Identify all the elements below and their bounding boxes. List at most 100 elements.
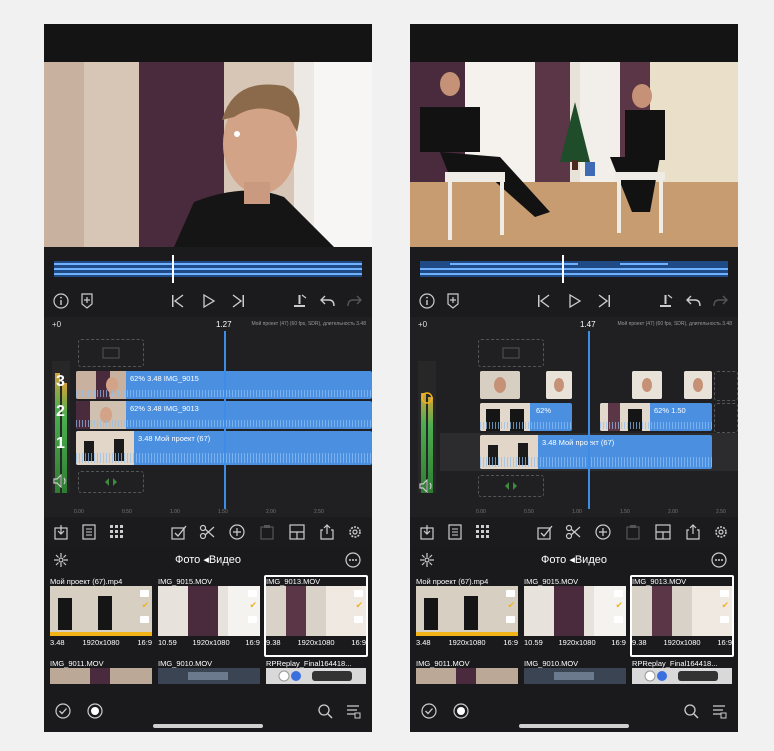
media-tab-title[interactable]: Фото ◂Видео [44, 553, 372, 566]
media-item[interactable]: RPReplay_Final164418... [632, 659, 732, 689]
add-icon[interactable] [228, 523, 246, 541]
timeline-playhead[interactable] [588, 331, 590, 509]
keyframe-icon[interactable] [656, 292, 674, 310]
grid-icon[interactable] [474, 523, 492, 541]
redo-icon[interactable] [712, 292, 730, 310]
media-thumbnail: ✔ [416, 586, 518, 636]
sort-icon[interactable] [344, 702, 362, 720]
clip-track-1[interactable]: 3.48 Мой проект (67) [480, 435, 712, 469]
info-icon[interactable] [52, 292, 70, 310]
play-icon[interactable] [566, 292, 584, 310]
skip-back-icon[interactable] [535, 292, 553, 310]
timeline-playhead[interactable] [224, 331, 226, 509]
bottom-nav [410, 700, 738, 732]
media-item-name: IMG_9011.MOV [416, 659, 470, 668]
share-icon[interactable] [318, 523, 336, 541]
add-title-slot[interactable] [78, 339, 144, 367]
media-item[interactable]: IMG_9010.MOV [524, 659, 626, 689]
checkmark-circle-icon[interactable] [420, 702, 438, 720]
add-audio-slot[interactable] [478, 475, 544, 497]
search-icon[interactable] [682, 702, 700, 720]
clip-track-2[interactable]: 62% [480, 403, 572, 431]
timeline-offset: +0 [418, 320, 428, 329]
media-item-name: Мой проект (67).mp4 [416, 577, 489, 586]
media-item[interactable]: IMG_9015.MOV ✔ 10.59 1920x1080 16:9 [158, 577, 260, 655]
clip-track-3[interactable] [546, 371, 572, 399]
add-marker-icon[interactable] [78, 292, 96, 310]
undo-icon[interactable] [318, 292, 336, 310]
scrubber-playhead[interactable] [172, 255, 174, 283]
select-icon[interactable] [170, 523, 188, 541]
media-item[interactable]: IMG_9011.MOV [50, 659, 152, 689]
clip-track-3[interactable] [632, 371, 662, 399]
timeline-scrubber[interactable] [410, 247, 738, 287]
play-icon[interactable] [200, 292, 218, 310]
add-icon[interactable] [594, 523, 612, 541]
more-icon[interactable] [344, 551, 362, 569]
settings-icon[interactable] [712, 523, 730, 541]
scissors-icon[interactable] [198, 523, 216, 541]
media-item-name: IMG_9010.MOV [158, 659, 213, 668]
media-item-selected[interactable]: IMG_9013.MOV ✔ 9.38 1920x1080 16:9 [630, 575, 734, 657]
media-item-name: IMG_9013.MOV [632, 577, 687, 586]
media-item[interactable]: IMG_9010.MOV [158, 659, 260, 689]
media-item[interactable]: Мой проект (67).mp4 ✔ 3.48 1920x1080 16:9 [50, 577, 152, 655]
media-item-name: Мой проект (67).mp4 [50, 577, 123, 586]
undo-icon[interactable] [684, 292, 702, 310]
scrubber-playhead[interactable] [562, 255, 564, 283]
import-icon[interactable] [52, 523, 70, 541]
timeline[interactable]: +0 1.27 Мой проект (47) (60 fps, SDR), д… [44, 317, 372, 517]
skip-back-icon[interactable] [169, 292, 187, 310]
clip-track-3[interactable] [480, 371, 520, 399]
checkmark-circle-icon[interactable] [54, 702, 72, 720]
layout-icon[interactable] [654, 523, 672, 541]
add-marker-icon[interactable] [444, 292, 462, 310]
track-number-3: 3 [56, 373, 65, 390]
clip-track-3[interactable] [684, 371, 712, 399]
media-tab-title[interactable]: Фото ◂Видео [410, 553, 738, 566]
media-item[interactable]: RPReplay_Final164418... [266, 659, 366, 689]
add-audio-slot[interactable] [78, 471, 144, 493]
media-item[interactable]: IMG_9015.MOV ✔ 10.59 1920x1080 16:9 [524, 577, 626, 655]
volume-icon[interactable] [418, 477, 436, 495]
timeline-ruler: 0.00 0.50 1.00 1.50 2.00 2.50 [74, 509, 324, 515]
video-preview [44, 62, 372, 247]
info-icon[interactable] [418, 292, 436, 310]
redo-icon[interactable] [346, 292, 364, 310]
keyframe-icon[interactable] [290, 292, 308, 310]
sort-icon[interactable] [710, 702, 728, 720]
list-icon[interactable] [80, 523, 98, 541]
record-icon[interactable] [452, 702, 470, 720]
share-icon[interactable] [684, 523, 702, 541]
scissors-icon[interactable] [564, 523, 582, 541]
edit-toolbar [44, 517, 372, 547]
media-item-selected[interactable]: IMG_9013.MOV ✔ 9.38 1920x1080 16:9 [264, 575, 368, 657]
search-icon[interactable] [316, 702, 334, 720]
media-item[interactable]: IMG_9011.MOV [416, 659, 518, 689]
clip-label-track-1: 3.48 Мой проект (67) [542, 438, 615, 447]
select-icon[interactable] [536, 523, 554, 541]
media-browser: Фото ◂Видео Мой проект (67).mp4 ✔ 3.48 19… [410, 547, 738, 732]
media-thumbnail: ✔ [524, 586, 626, 636]
timeline-scrubber[interactable] [44, 247, 372, 287]
media-item-name: IMG_9015.MOV [158, 577, 213, 586]
skip-forward-icon[interactable] [595, 292, 613, 310]
timeline-offset: +0 [52, 320, 62, 329]
home-indicator [519, 724, 629, 728]
timeline-current-time: 1.47 [580, 320, 596, 329]
add-title-slot[interactable] [478, 339, 544, 367]
layout-icon[interactable] [288, 523, 306, 541]
import-icon[interactable] [418, 523, 436, 541]
media-item-name: IMG_9011.MOV [50, 659, 104, 668]
settings-icon[interactable] [346, 523, 364, 541]
media-thumbnail: ✔ [632, 586, 732, 636]
skip-forward-icon[interactable] [229, 292, 247, 310]
media-item[interactable]: Мой проект (67).mp4 ✔ 3.48 1920x1080 16:9 [416, 577, 518, 655]
timeline[interactable]: +0 1.47 Мой проект (47) (60 fps, SDR), д… [410, 317, 738, 517]
clip-track-2[interactable]: 62% 1.50 [600, 403, 712, 431]
list-icon[interactable] [446, 523, 464, 541]
record-icon[interactable] [86, 702, 104, 720]
volume-icon[interactable] [52, 472, 70, 490]
grid-icon[interactable] [108, 523, 126, 541]
more-icon[interactable] [710, 551, 728, 569]
